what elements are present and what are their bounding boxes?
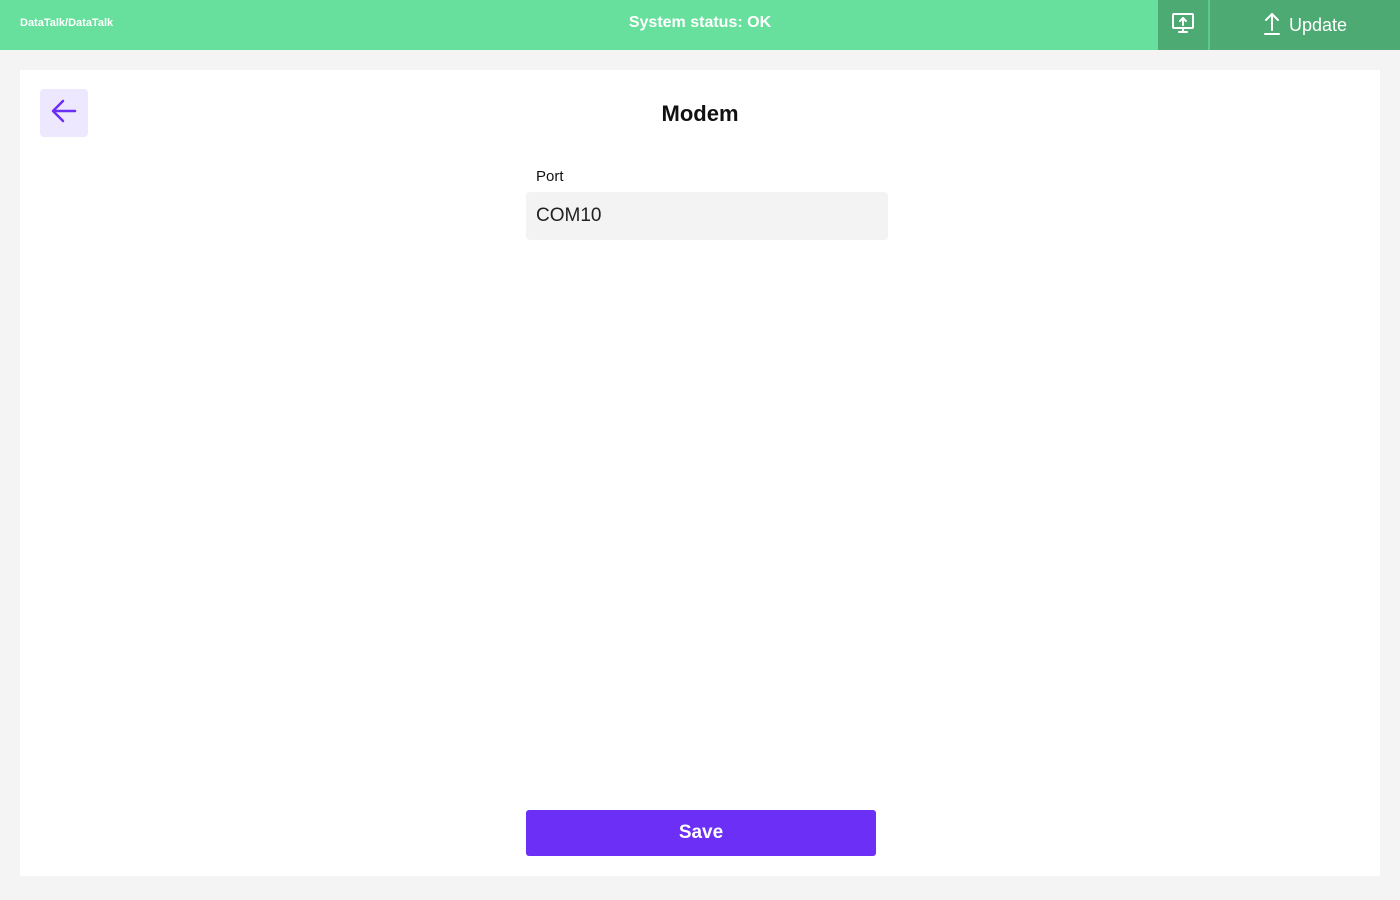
update-label: Update <box>1288 14 1348 35</box>
update-button[interactable]: Update <box>1210 0 1400 50</box>
top-bar: DataTalk/DataTalk System status: OK Upda… <box>0 0 1400 50</box>
monitor-upload-icon <box>1171 11 1195 40</box>
save-button[interactable]: Save <box>526 810 876 856</box>
upload-arrow-icon <box>1263 11 1281 40</box>
arrow-left-icon <box>50 97 78 130</box>
breadcrumb[interactable]: DataTalk/DataTalk <box>20 17 113 29</box>
back-button[interactable] <box>40 89 88 137</box>
port-input[interactable] <box>526 192 888 240</box>
port-label: Port <box>536 168 564 185</box>
content-card: Modem Port Save <box>20 70 1380 876</box>
page-title: Modem <box>661 101 739 126</box>
screen-upload-button[interactable] <box>1158 0 1208 50</box>
